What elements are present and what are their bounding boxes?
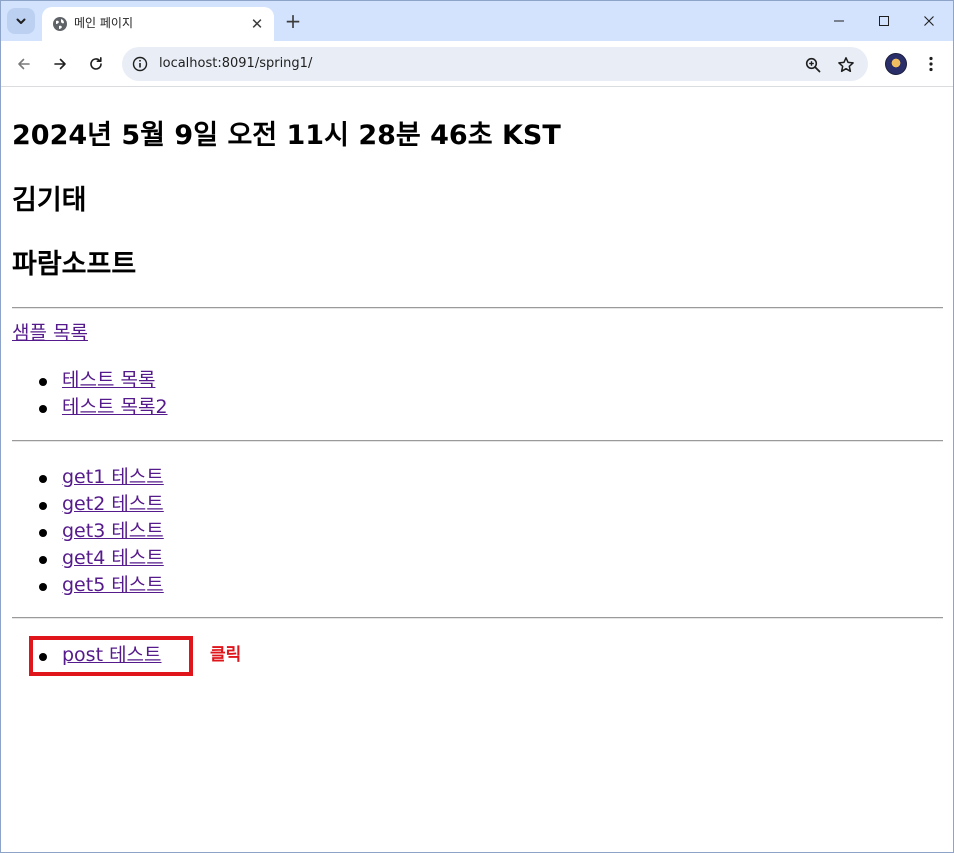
list-item: get4 테스트 [1, 546, 164, 573]
date-heading: 2024년 5월 9일 오전 11시 28분 46초 KST [12, 120, 561, 151]
list-item: 테스트 목록2 [1, 395, 168, 422]
maximize-icon [879, 16, 889, 26]
bookmark-button[interactable] [834, 53, 858, 77]
url-text[interactable]: localhost:8091/spring1/ [159, 56, 312, 72]
reload-button[interactable] [82, 50, 110, 78]
get3-test-link[interactable]: get3 테스트 [62, 520, 164, 542]
active-tab[interactable]: 메인 페이지 ✕ [42, 7, 274, 41]
browser-menu-button[interactable] [921, 52, 941, 76]
maximize-button[interactable] [862, 7, 906, 35]
forward-button[interactable] [46, 50, 74, 78]
arrow-left-icon [18, 58, 30, 70]
tab-close-icon[interactable]: ✕ [248, 15, 266, 33]
test-list2-link[interactable]: 테스트 목록2 [62, 396, 168, 418]
name-heading: 김기태 [12, 185, 87, 216]
get1-test-link[interactable]: get1 테스트 [62, 466, 164, 488]
test-list-link[interactable]: 테스트 목록 [62, 369, 155, 391]
reload-icon [90, 57, 102, 70]
get-test-list: get1 테스트 get2 테스트 get3 테스트 get4 테스트 get5… [1, 465, 164, 600]
list-item: get3 테스트 [1, 519, 164, 546]
get2-test-link[interactable]: get2 테스트 [62, 493, 164, 515]
browser-toolbar: localhost:8091/spring1/ [1, 41, 953, 87]
list-item: get5 테스트 [1, 573, 164, 600]
profile-avatar[interactable] [885, 53, 907, 75]
new-tab-button[interactable]: + [282, 10, 304, 32]
click-annotation: 클릭 [210, 645, 242, 665]
list-item: get2 테스트 [1, 492, 164, 519]
minimize-icon [834, 20, 844, 22]
address-bar[interactable]: localhost:8091/spring1/ [122, 47, 868, 81]
divider [12, 440, 943, 442]
test-list: 테스트 목록 테스트 목록2 [1, 368, 168, 422]
list-item: get1 테스트 [1, 465, 164, 492]
back-button[interactable] [10, 50, 38, 78]
zoom-button[interactable] [802, 54, 824, 76]
list-item: 테스트 목록 [1, 368, 168, 395]
tab-strip: 메인 페이지 ✕ + [1, 1, 953, 41]
divider [12, 617, 943, 619]
tab-search-button[interactable] [7, 8, 35, 34]
page-content: 2024년 5월 9일 오전 11시 28분 46초 KST 김기태 파람소프트… [1, 88, 953, 852]
close-icon [924, 16, 934, 26]
tab-title: 메인 페이지 [74, 16, 134, 30]
close-window-button[interactable] [907, 7, 951, 35]
sample-list-link[interactable]: 샘플 목록 [12, 321, 88, 345]
arrow-right-icon [54, 58, 66, 70]
highlight-box [29, 636, 193, 676]
star-icon [838, 57, 854, 73]
get4-test-link[interactable]: get4 테스트 [62, 547, 164, 569]
zoom-icon [805, 57, 821, 73]
browser-window: 메인 페이지 ✕ + localhost:8091/spring1/ 2024년… [0, 0, 954, 853]
minimize-button[interactable] [817, 7, 861, 35]
divider [12, 307, 943, 309]
kebab-menu-icon [929, 56, 933, 72]
company-heading: 파람소프트 [12, 249, 137, 280]
globe-icon [53, 17, 67, 31]
site-info-button[interactable] [130, 54, 150, 74]
get5-test-link[interactable]: get5 테스트 [62, 574, 164, 596]
chevron-down-icon [16, 18, 26, 24]
info-icon [132, 56, 148, 72]
